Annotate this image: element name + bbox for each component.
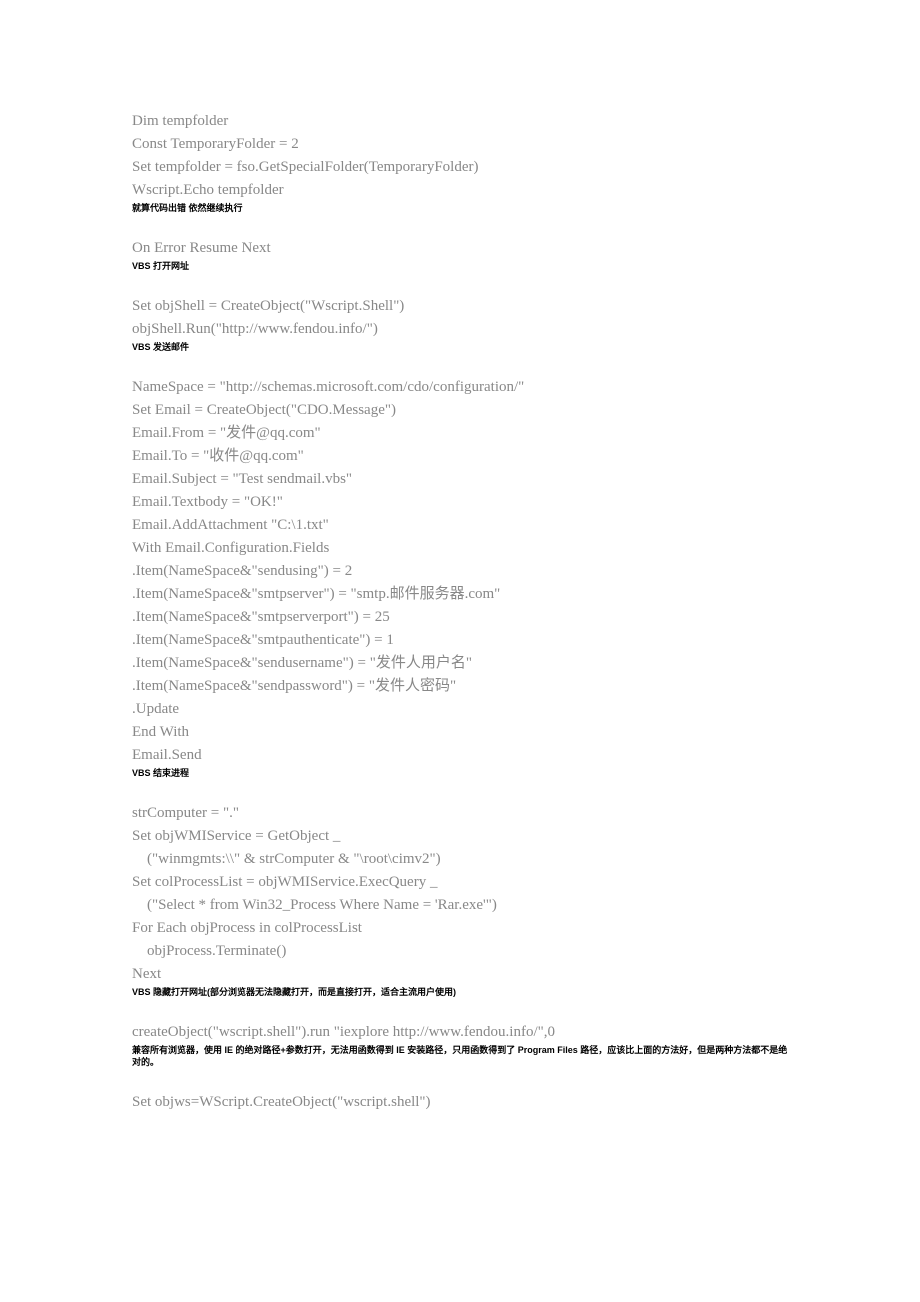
document-page: Dim tempfolderConst TemporaryFolder = 2S… [0, 0, 920, 1174]
code-line: Email.To = "收件@qq.com" [132, 445, 790, 468]
code-line: NameSpace = "http://schemas.microsoft.co… [132, 376, 790, 399]
code-line: ("winmgmts:\\" & strComputer & "\root\ci… [132, 848, 790, 871]
code-line: Set tempfolder = fso.GetSpecialFolder(Te… [132, 156, 790, 179]
comment-line: VBS 隐藏打开网址(部分浏览器无法隐藏打开，而是直接打开，适合主流用户使用) [132, 986, 790, 998]
code-line: objProcess.Terminate() [132, 940, 790, 963]
blank-line [132, 272, 790, 295]
code-line: Email.From = "发件@qq.com" [132, 422, 790, 445]
code-line: Email.Send [132, 744, 790, 767]
code-line: Wscript.Echo tempfolder [132, 179, 790, 202]
code-line: Set objws=WScript.CreateObject("wscript.… [132, 1091, 790, 1114]
code-line: .Item(NameSpace&"sendusing") = 2 [132, 560, 790, 583]
code-line: Set objShell = CreateObject("Wscript.She… [132, 295, 790, 318]
code-line: .Item(NameSpace&"sendusername") = "发件人用户… [132, 652, 790, 675]
code-line: Set colProcessList = objWMIService.ExecQ… [132, 871, 790, 894]
code-line: Const TemporaryFolder = 2 [132, 133, 790, 156]
blank-line [132, 779, 790, 802]
code-line: objShell.Run("http://www.fendou.info/") [132, 318, 790, 341]
comment-line: 就算代码出错 依然继续执行 [132, 202, 790, 214]
code-line: End With [132, 721, 790, 744]
code-line: Email.Subject = "Test sendmail.vbs" [132, 468, 790, 491]
code-line: .Item(NameSpace&"smtpserver") = "smtp.邮件… [132, 583, 790, 606]
code-line: .Update [132, 698, 790, 721]
comment-line: VBS 打开网址 [132, 260, 790, 272]
code-line: createObject("wscript.shell").run "iexpl… [132, 1021, 790, 1044]
code-line: Next [132, 963, 790, 986]
code-line: On Error Resume Next [132, 237, 790, 260]
blank-line [132, 214, 790, 237]
blank-line [132, 1068, 790, 1091]
comment-line: VBS 结束进程 [132, 767, 790, 779]
comment-line: 兼容所有浏览器，使用 IE 的绝对路径+参数打开，无法用函数得到 IE 安装路径… [132, 1044, 790, 1068]
code-line: Set Email = CreateObject("CDO.Message") [132, 399, 790, 422]
blank-line [132, 353, 790, 376]
code-line: .Item(NameSpace&"smtpserverport") = 25 [132, 606, 790, 629]
code-line: For Each objProcess in colProcessList [132, 917, 790, 940]
code-line: Dim tempfolder [132, 110, 790, 133]
blank-line [132, 998, 790, 1021]
code-line: With Email.Configuration.Fields [132, 537, 790, 560]
comment-line: VBS 发送邮件 [132, 341, 790, 353]
code-line: Set objWMIService = GetObject _ [132, 825, 790, 848]
code-line: .Item(NameSpace&"sendpassword") = "发件人密码… [132, 675, 790, 698]
code-line: Email.Textbody = "OK!" [132, 491, 790, 514]
code-line: .Item(NameSpace&"smtpauthenticate") = 1 [132, 629, 790, 652]
code-line: ("Select * from Win32_Process Where Name… [132, 894, 790, 917]
code-line: strComputer = "." [132, 802, 790, 825]
code-line: Email.AddAttachment "C:\1.txt" [132, 514, 790, 537]
